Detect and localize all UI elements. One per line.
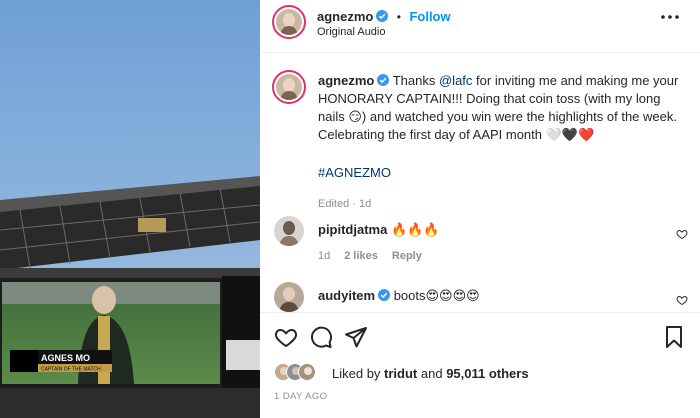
post-header: agnezmo • Follow Original Audio — [260, 0, 700, 53]
more-horizontal-icon[interactable] — [660, 14, 680, 20]
comment-body: 🔥🔥🔥 — [390, 222, 440, 237]
caption-edited: Edited · 1d — [318, 198, 372, 210]
caption-text: agnezmo Thanks @lafc for inviting me and… — [318, 72, 688, 182]
commenter-avatar[interactable] — [274, 282, 304, 312]
caption-username[interactable]: agnezmo — [318, 73, 374, 88]
scoreboard-sub: CAPTAIN OF THE MATCH — [41, 367, 101, 373]
heart-icon[interactable] — [274, 325, 298, 349]
header-separator: • — [396, 10, 401, 24]
comment-reply-button[interactable]: Reply — [392, 250, 422, 262]
comment-username[interactable]: audyitem — [318, 288, 375, 303]
comment-text: pipitdjatma 🔥🔥🔥 — [318, 222, 440, 238]
liked-by-others[interactable]: 95,011 others — [446, 366, 528, 381]
post-actions: Liked by tridut and 95,011 others 1 DAY … — [260, 312, 700, 418]
comment-heart-icon[interactable] — [676, 294, 688, 306]
liked-by-prefix: Liked by — [332, 366, 385, 381]
comment-body: boots😍😍😍😍 — [393, 288, 480, 303]
comment-likes[interactable]: 2 likes — [344, 250, 378, 262]
comment-username[interactable]: pipitdjatma — [318, 222, 387, 237]
liked-by-text: Liked by tridut and 95,011 others — [332, 366, 529, 381]
liked-by-middle: and — [417, 366, 447, 381]
commenter-avatar[interactable] — [274, 216, 304, 246]
post-panel: agnezmo • Follow Original Audio agnezmo … — [260, 0, 700, 418]
stadium-photo: AGNES MO CAPTAIN OF THE MATCH — [0, 0, 260, 418]
verified-badge-icon — [377, 74, 390, 86]
author-avatar[interactable] — [272, 5, 306, 39]
post-media[interactable]: AGNES MO CAPTAIN OF THE MATCH — [0, 0, 260, 418]
liked-by-user[interactable]: tridut — [384, 366, 417, 381]
comment-heart-icon[interactable] — [676, 228, 688, 240]
comment-icon[interactable] — [309, 325, 333, 349]
post-timestamp[interactable]: 1 DAY AGO — [274, 391, 327, 402]
share-icon[interactable] — [344, 325, 368, 349]
comments-scroll[interactable]: agnezmo Thanks @lafc for inviting me and… — [260, 54, 700, 312]
comment-time: 1d — [318, 250, 331, 262]
caption-mention[interactable]: @lafc — [439, 73, 472, 88]
caption-body-1: Thanks — [392, 73, 439, 88]
verified-badge-icon — [376, 10, 389, 22]
comment-meta: 1d 2 likes Reply — [318, 250, 436, 262]
audio-label[interactable]: Original Audio — [317, 26, 386, 38]
comment-text: audyitem boots😍😍😍😍 — [318, 288, 480, 304]
caption-hashtag[interactable]: #AGNEZMO — [318, 164, 688, 182]
caption-avatar[interactable] — [272, 70, 306, 104]
verified-badge-icon — [378, 289, 391, 301]
scoreboard-name: AGNES MO — [41, 353, 90, 363]
bookmark-icon[interactable] — [662, 325, 686, 349]
liker-avatar — [298, 363, 316, 381]
author-username[interactable]: agnezmo — [317, 9, 373, 24]
follow-button[interactable]: Follow — [409, 9, 450, 24]
